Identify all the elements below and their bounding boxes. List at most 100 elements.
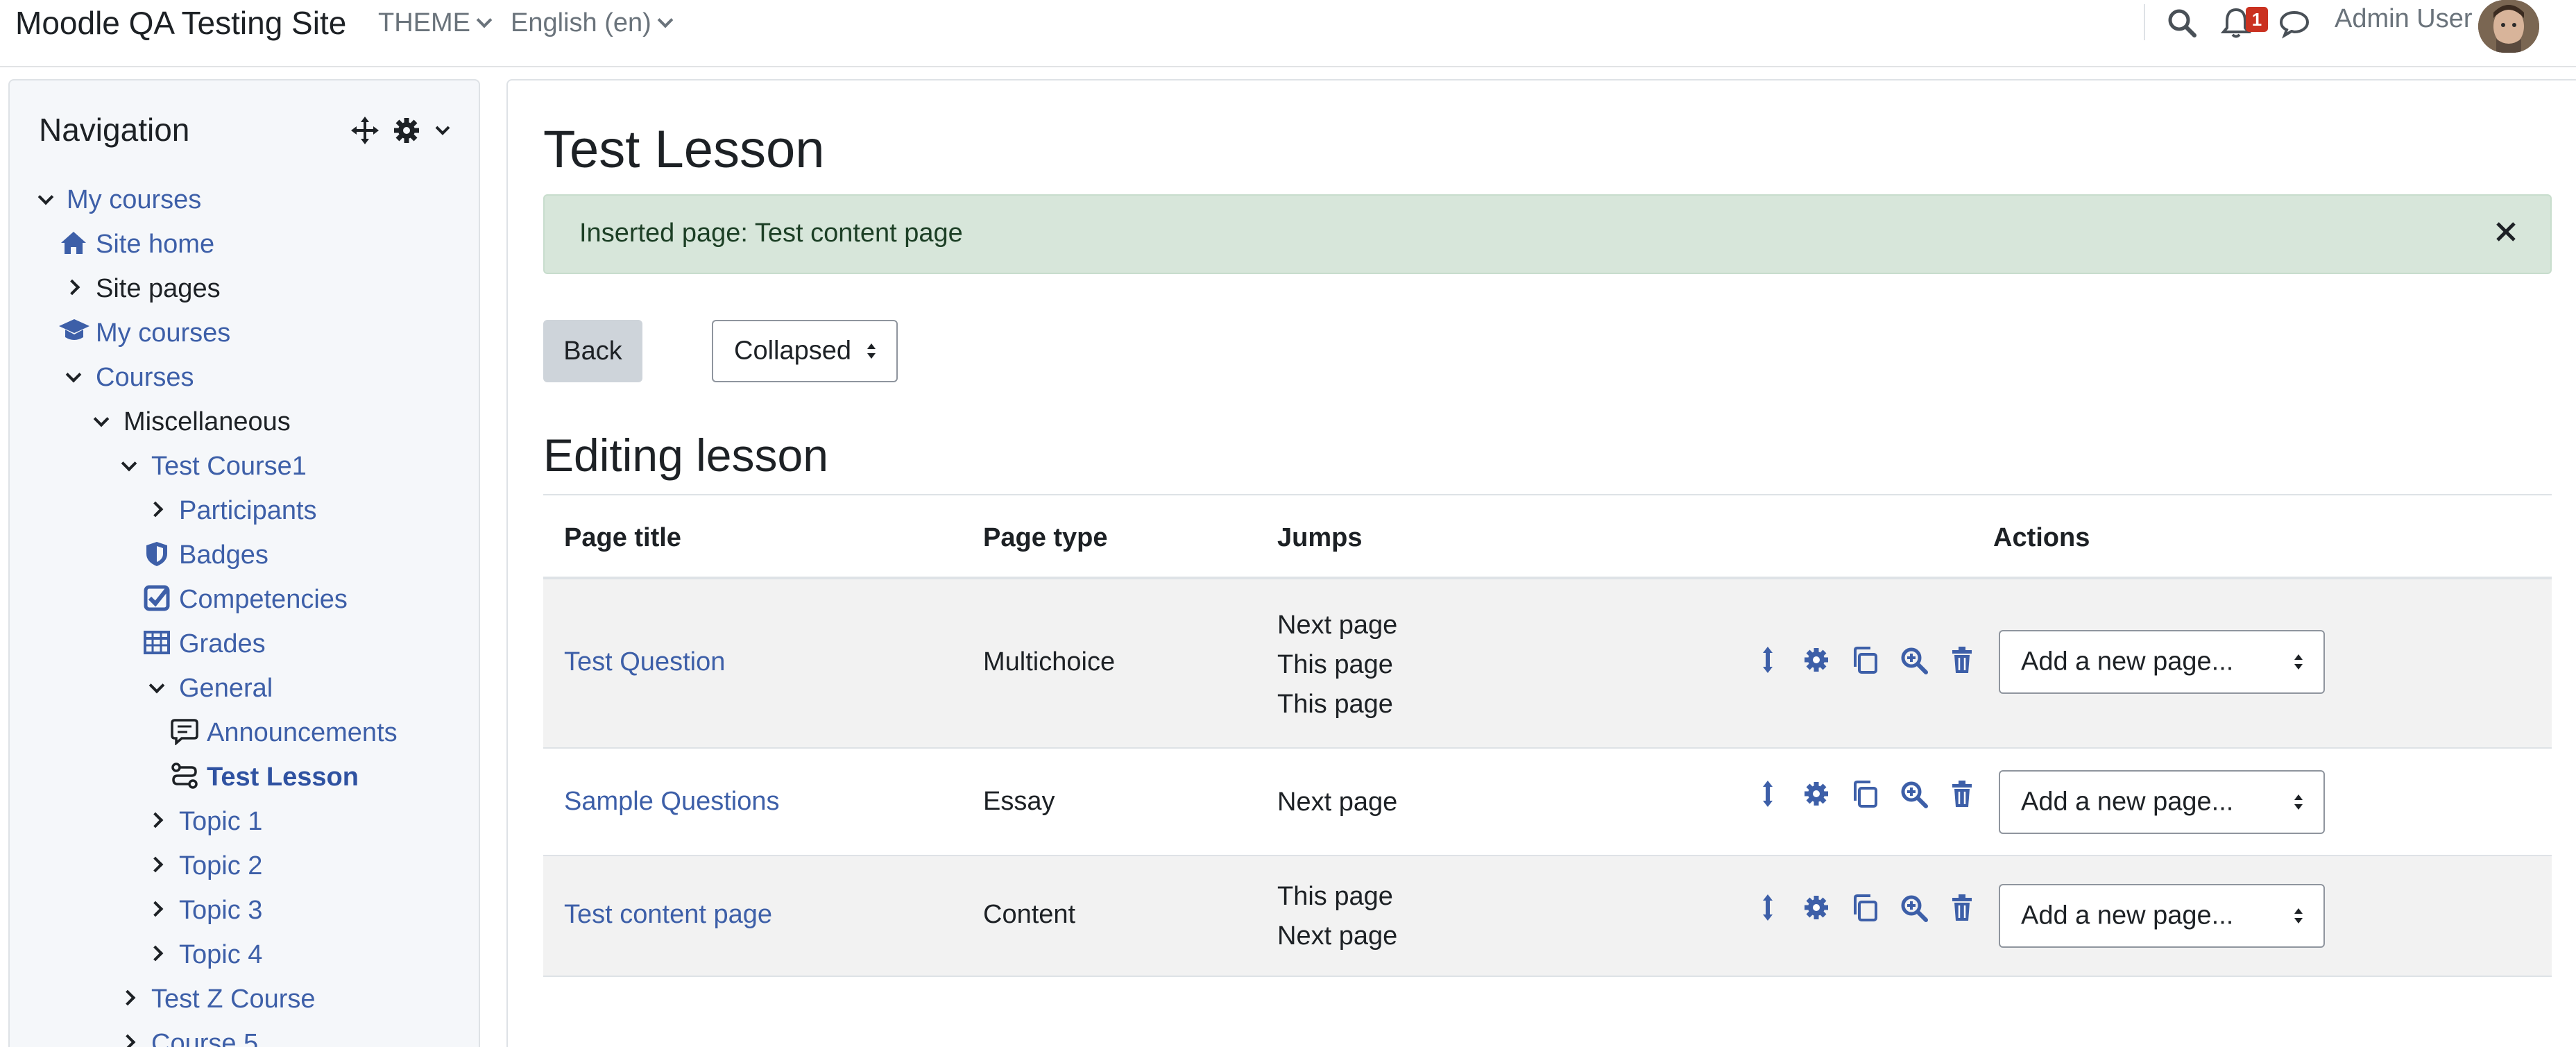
add-page-value: Add a new page... <box>2021 787 2234 817</box>
jumps-list: Next page This page This page <box>1277 606 1397 724</box>
search-icon[interactable] <box>2165 6 2199 40</box>
header-jumps: Jumps <box>1277 523 1363 552</box>
add-page-select[interactable]: Add a new page... <box>1999 770 2325 834</box>
move-arrows-icon[interactable] <box>1752 645 1783 675</box>
add-page-value: Add a new page... <box>2021 647 2234 676</box>
caret-right-icon[interactable] <box>147 812 164 828</box>
edit-gear-icon[interactable] <box>1801 892 1832 923</box>
navbar-divider <box>2144 4 2145 40</box>
trash-icon[interactable] <box>1947 778 1977 809</box>
edit-gear-icon[interactable] <box>1801 645 1832 675</box>
zoom-icon[interactable] <box>1898 645 1929 675</box>
caret-down-icon[interactable] <box>37 189 54 205</box>
check-square-icon <box>144 585 170 611</box>
select-arrows-icon <box>2294 908 2303 923</box>
tree-my-courses-2[interactable]: My courses <box>96 316 230 350</box>
chevron-down-icon[interactable] <box>434 124 451 137</box>
zoom-icon[interactable] <box>1898 892 1929 923</box>
tree-site-pages[interactable]: Site pages <box>96 272 221 305</box>
add-page-value: Add a new page... <box>2021 901 2234 930</box>
language-menu-label: English (en) <box>511 8 651 37</box>
tree-miscellaneous[interactable]: Miscellaneous <box>123 405 291 439</box>
tree-my-courses[interactable]: My courses <box>67 183 201 216</box>
chevron-down-icon <box>476 12 493 28</box>
copy-icon[interactable] <box>1850 892 1880 923</box>
tree-course-5[interactable]: Course 5 <box>151 1027 258 1047</box>
page-title: Test Lesson <box>543 120 825 179</box>
back-button[interactable]: Back <box>543 320 642 382</box>
caret-down-icon[interactable] <box>93 411 110 427</box>
add-page-select[interactable]: Add a new page... <box>1999 630 2325 694</box>
site-name-link[interactable]: Moodle QA Testing Site <box>15 4 346 42</box>
top-navbar: Moodle QA Testing Site THEME English (en… <box>0 0 2576 67</box>
jump-item: Next page <box>1277 921 1398 951</box>
tree-test-course1[interactable]: Test Course1 <box>151 450 307 483</box>
trash-icon[interactable] <box>1947 892 1977 923</box>
theme-menu[interactable]: THEME <box>378 8 493 38</box>
tree-topic-3[interactable]: Topic 3 <box>179 894 262 927</box>
tree-topic-1[interactable]: Topic 1 <box>179 805 262 838</box>
tree-grades[interactable]: Grades <box>179 627 266 661</box>
trash-icon[interactable] <box>1947 645 1977 675</box>
page-type: Content <box>983 900 1076 929</box>
view-mode-value: Collapsed <box>734 336 851 366</box>
caret-right-icon[interactable] <box>147 856 164 873</box>
header-actions: Actions <box>1993 523 2090 552</box>
jumps-list: Next page <box>1277 783 1397 822</box>
edit-gear-icon[interactable] <box>1801 778 1832 809</box>
gear-icon[interactable] <box>393 117 420 144</box>
theme-menu-label: THEME <box>378 8 470 37</box>
navigation-block-tools <box>350 111 468 150</box>
tree-test-z-course[interactable]: Test Z Course <box>151 982 316 1016</box>
graduation-cap-icon <box>59 319 89 340</box>
close-icon[interactable] <box>2491 216 2521 247</box>
tree-badges[interactable]: Badges <box>179 538 268 572</box>
tree-participants[interactable]: Participants <box>179 494 317 527</box>
caret-down-icon[interactable] <box>121 455 137 472</box>
page-title-link[interactable]: Test content page <box>564 900 772 930</box>
add-page-select[interactable]: Add a new page... <box>1999 884 2325 948</box>
success-alert: Inserted page: Test content page <box>543 194 2552 274</box>
tree-topic-2[interactable]: Topic 2 <box>179 849 262 883</box>
caret-right-icon[interactable] <box>147 501 164 518</box>
caret-down-icon[interactable] <box>65 366 82 383</box>
chat-icon[interactable] <box>2277 6 2312 40</box>
copy-icon[interactable] <box>1850 778 1880 809</box>
section-title: Editing lesson <box>543 429 828 481</box>
caret-down-icon[interactable] <box>148 677 165 694</box>
page-title-link[interactable]: Test Question <box>564 647 725 677</box>
move-arrows-icon[interactable] <box>1752 778 1783 809</box>
caret-right-icon[interactable] <box>119 1034 136 1047</box>
view-mode-select[interactable]: Collapsed <box>712 320 898 382</box>
tree-test-lesson[interactable]: Test Lesson <box>207 760 359 794</box>
zoom-icon[interactable] <box>1898 778 1929 809</box>
jump-item: Next page <box>1277 611 1398 640</box>
tree-announcements[interactable]: Announcements <box>207 716 398 749</box>
navigation-title: Navigation <box>39 112 190 148</box>
move-icon[interactable] <box>350 115 380 146</box>
page-title-link[interactable]: Sample Questions <box>564 787 780 817</box>
avatar[interactable] <box>2478 0 2539 53</box>
lesson-icon <box>171 763 198 789</box>
jump-item: This page <box>1277 690 1393 719</box>
tree-competencies[interactable]: Competencies <box>179 583 348 616</box>
language-menu[interactable]: English (en) <box>511 8 674 38</box>
caret-right-icon[interactable] <box>119 989 136 1006</box>
page-type: Multichoice <box>983 647 1116 676</box>
header-page-type: Page type <box>983 523 1108 552</box>
user-menu-name[interactable]: Admin User <box>2335 4 2473 34</box>
tree-topic-4[interactable]: Topic 4 <box>179 938 262 971</box>
tree-courses[interactable]: Courses <box>96 361 194 394</box>
tree-site-home[interactable]: Site home <box>96 228 214 261</box>
table-icon <box>144 631 170 654</box>
select-arrows-icon <box>2294 654 2303 670</box>
jumps-list: This page Next page <box>1277 877 1397 956</box>
notification-count-badge: 1 <box>2246 7 2268 32</box>
caret-right-icon[interactable] <box>147 945 164 962</box>
copy-icon[interactable] <box>1850 645 1880 675</box>
caret-right-icon[interactable] <box>147 901 164 917</box>
move-arrows-icon[interactable] <box>1752 892 1783 923</box>
select-arrows-icon <box>867 343 876 359</box>
tree-general[interactable]: General <box>179 672 273 705</box>
caret-right-icon[interactable] <box>64 279 80 296</box>
